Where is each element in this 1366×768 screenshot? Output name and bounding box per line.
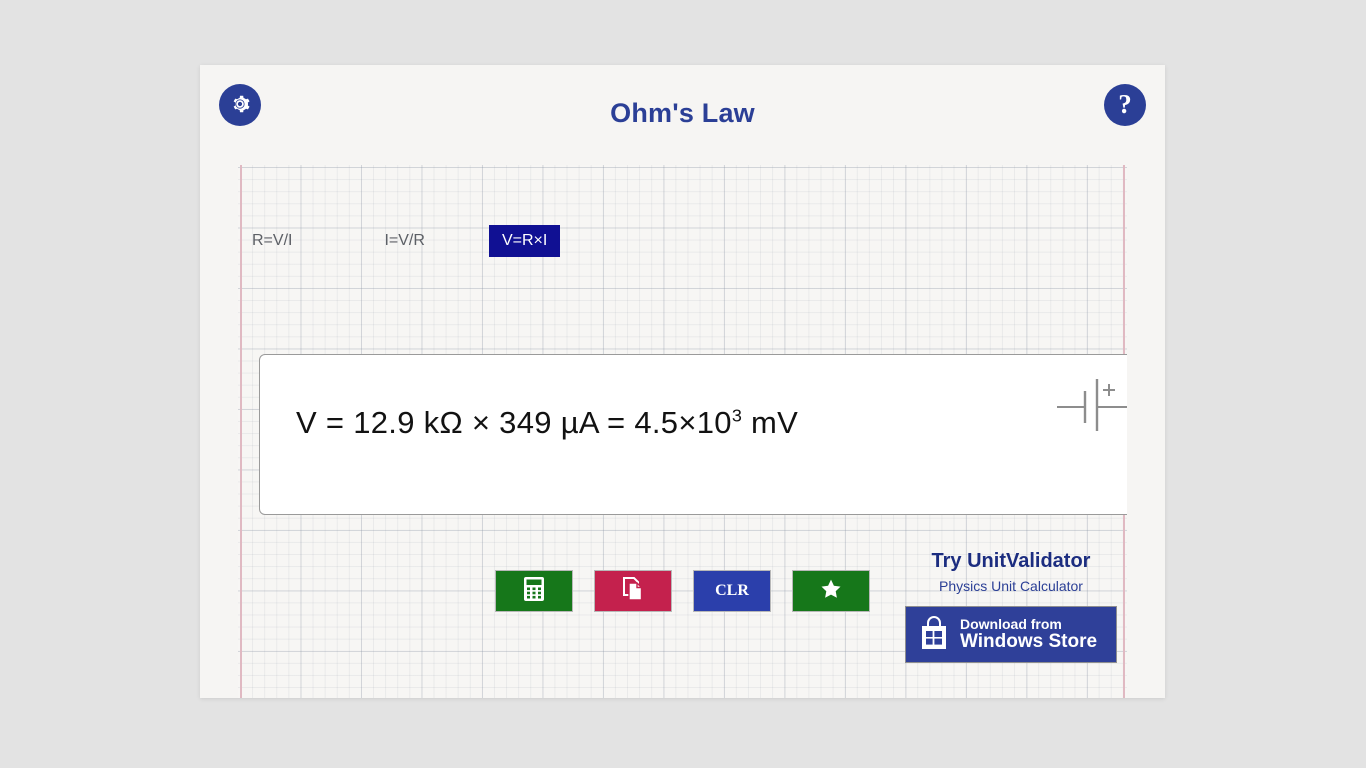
- graph-paper-background: R=V/I I=V/R V=R×I V = 12.9 kΩ × 349 µA =…: [238, 165, 1127, 698]
- promo-block: Try UnitValidator Physics Unit Calculato…: [905, 550, 1117, 663]
- tab-v-equals-r-times-i[interactable]: V=R×I: [488, 225, 561, 257]
- app-window: Ohm's Law ? R=V/I I=V/R V=R×I V = 12.9 k…: [200, 65, 1165, 698]
- favorite-button[interactable]: [792, 570, 870, 612]
- windows-store-download-button[interactable]: Download from Windows Store: [905, 606, 1117, 663]
- tab-i-equals-v-over-r[interactable]: I=V/R: [384, 225, 436, 257]
- calculator-button[interactable]: [495, 570, 573, 612]
- formula-tabs: R=V/I I=V/R V=R×I: [252, 225, 561, 257]
- star-icon: [819, 577, 843, 606]
- copy-pages-icon: [622, 576, 644, 607]
- promo-subtitle: Physics Unit Calculator: [939, 578, 1083, 594]
- copy-button[interactable]: [594, 570, 672, 612]
- result-panel: V = 12.9 kΩ × 349 µA = 4.5×103 mV ✔: [259, 354, 1127, 515]
- formula-unit: mV: [742, 405, 799, 440]
- store-badge-text: Download from Windows Store: [960, 615, 1098, 653]
- formula-main: V = 12.9 kΩ × 349 µA = 4.5×10: [296, 405, 732, 440]
- formula-display: V = 12.9 kΩ × 349 µA = 4.5×103 mV: [296, 405, 798, 441]
- store-badge-line2: Windows Store: [960, 630, 1098, 652]
- store-badge-line1: Download from: [960, 615, 1062, 632]
- battery-cell-icon: [1053, 375, 1127, 440]
- tab-r-equals-v-over-i[interactable]: R=V/I: [252, 225, 304, 257]
- calculator-icon: [523, 576, 545, 607]
- formula-exponent: 3: [731, 405, 743, 426]
- windows-store-bag-icon: [918, 615, 951, 654]
- app-header: Ohm's Law ?: [200, 65, 1165, 153]
- clear-button[interactable]: CLR: [693, 570, 771, 612]
- question-mark-icon: ?: [1118, 88, 1132, 119]
- check-mark-icon: ✔: [1125, 466, 1128, 500]
- page-title: Ohm's Law: [610, 98, 755, 128]
- left-margin-line: [240, 165, 242, 698]
- help-button[interactable]: ?: [1104, 84, 1146, 126]
- promo-title: Try UnitValidator: [931, 550, 1091, 572]
